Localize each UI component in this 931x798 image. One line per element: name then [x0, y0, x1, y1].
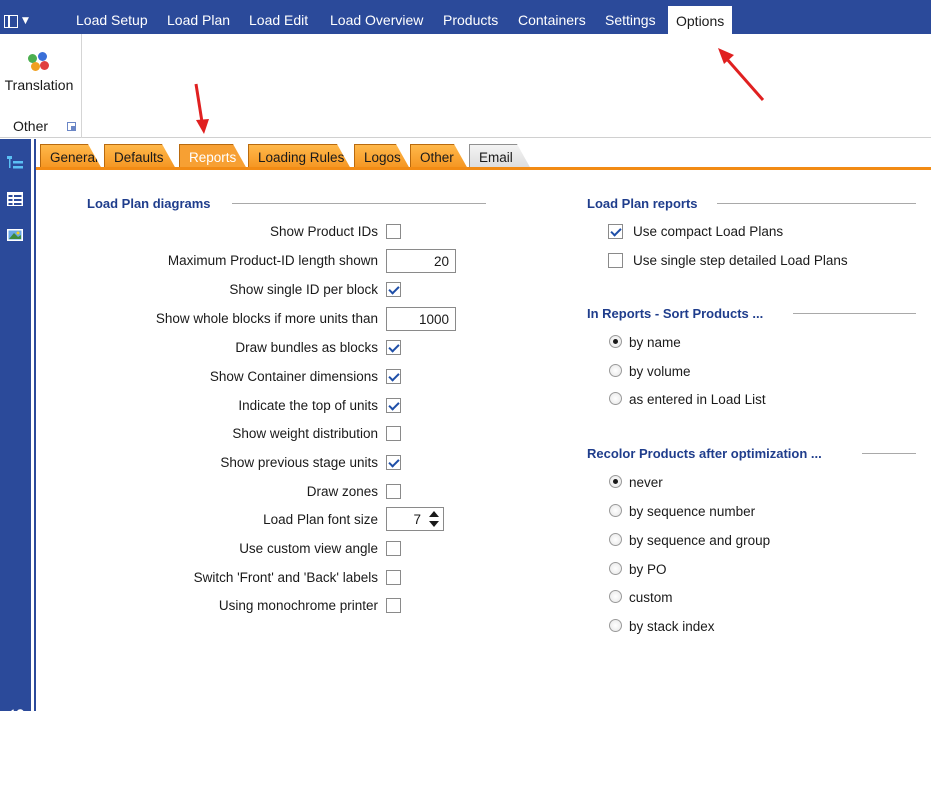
menu-options[interactable]: Options — [668, 6, 733, 34]
label-show-previous-stage-units: Show previous stage units — [220, 455, 378, 470]
table-icon[interactable] — [6, 191, 24, 207]
checkbox-show-weight-distribution[interactable] — [386, 426, 401, 441]
spinner-load-plan-font-size[interactable]: 7 — [386, 507, 444, 531]
radio-recolor-by-sequence-number[interactable] — [609, 504, 622, 517]
label-switch-front-back: Switch 'Front' and 'Back' labels — [193, 570, 378, 585]
ribbon: Translation Other — [0, 34, 931, 138]
sidebar: Options — [0, 139, 31, 798]
label-recolor-by-sequence-number: by sequence number — [629, 504, 756, 519]
tab-loading-rules[interactable]: Loading Rules — [248, 144, 351, 169]
label-use-custom-view-angle: Use custom view angle — [239, 541, 378, 556]
label-sort-by-name: by name — [629, 335, 681, 350]
tab-other[interactable]: Other — [410, 144, 468, 169]
sidebar-title: Options — [0, 708, 30, 798]
label-single-step-detailed: Use single step detailed Load Plans — [633, 253, 848, 268]
app-menu-icon — [4, 14, 18, 28]
label-show-container-dimensions: Show Container dimensions — [209, 369, 378, 384]
label-sort-by-volume: by volume — [629, 364, 691, 379]
checkbox-show-product-ids[interactable] — [386, 224, 401, 239]
label-use-compact-load-plans: Use compact Load Plans — [633, 224, 784, 239]
spin-down-icon[interactable] — [429, 521, 439, 527]
tab-logos[interactable]: Logos — [354, 144, 410, 169]
checkbox-draw-bundles-as-blocks[interactable] — [386, 340, 401, 355]
label-show-product-ids: Show Product IDs — [269, 224, 378, 239]
checkbox-switch-front-back[interactable] — [386, 570, 401, 585]
menu-load-plan[interactable]: Load Plan — [167, 12, 230, 34]
menu-load-overview[interactable]: Load Overview — [330, 12, 423, 34]
input-whole-blocks-units[interactable]: 1000 — [386, 307, 456, 331]
menu-load-setup[interactable]: Load Setup — [76, 12, 148, 34]
label-load-plan-font-size: Load Plan font size — [263, 512, 378, 527]
checkbox-show-previous-stage-units[interactable] — [386, 455, 401, 470]
checkbox-single-step-detailed[interactable] — [608, 253, 623, 268]
label-recolor-custom: custom — [629, 590, 673, 605]
spin-up-icon[interactable] — [429, 511, 439, 517]
checkbox-show-container-dimensions[interactable] — [386, 369, 401, 384]
label-show-whole-blocks: Show whole blocks if more units than — [155, 311, 378, 326]
tab-general[interactable]: General — [40, 144, 102, 169]
checkbox-monochrome-printer[interactable] — [386, 598, 401, 613]
radio-recolor-by-po[interactable] — [609, 562, 622, 575]
tab-email[interactable]: Email — [469, 144, 531, 169]
label-sort-as-entered: as entered in Load List — [629, 392, 766, 407]
ribbon-group-label: Other — [13, 118, 49, 134]
radio-recolor-by-sequence-and-group[interactable] — [609, 533, 622, 546]
reports-panel: Load Plan diagrams Show Product IDs Maxi… — [36, 170, 931, 711]
menu-load-edit[interactable]: Load Edit — [249, 12, 308, 34]
section-divider — [793, 313, 916, 314]
menu-products[interactable]: Products — [443, 12, 498, 34]
dialog-launcher-icon[interactable] — [67, 122, 76, 131]
section-title-load-plan-diagrams: Load Plan diagrams — [87, 196, 211, 211]
radio-recolor-never[interactable] — [609, 475, 622, 488]
label-max-product-id-length: Maximum Product-ID length shown — [167, 253, 378, 268]
label-recolor-by-stack-index: by stack index — [629, 619, 715, 634]
label-recolor-never: never — [629, 475, 663, 490]
translation-icon — [28, 52, 50, 72]
section-divider — [717, 203, 916, 204]
checkbox-use-compact-load-plans[interactable] — [608, 224, 623, 239]
label-show-single-id-per-block: Show single ID per block — [229, 282, 378, 297]
input-max-product-id-length[interactable]: 20 — [386, 249, 456, 273]
label-indicate-top-of-units: Indicate the top of units — [238, 398, 378, 413]
label-recolor-by-sequence-and-group: by sequence and group — [629, 533, 771, 548]
chevron-down-icon: ▼ — [22, 15, 29, 26]
radio-recolor-by-stack-index[interactable] — [609, 619, 622, 632]
label-show-weight-distribution: Show weight distribution — [232, 426, 378, 441]
section-title-sort-products: In Reports - Sort Products ... — [587, 306, 764, 321]
ribbon-group-other: Translation Other — [0, 34, 82, 138]
section-divider — [862, 453, 916, 454]
label-monochrome-printer: Using monochrome printer — [218, 598, 378, 613]
label-draw-bundles-as-blocks: Draw bundles as blocks — [235, 340, 378, 355]
radio-sort-by-name[interactable] — [609, 335, 622, 348]
menu-containers[interactable]: Containers — [518, 12, 586, 34]
checkbox-use-custom-view-angle[interactable] — [386, 541, 401, 556]
tab-reports[interactable]: Reports — [179, 144, 247, 169]
image-icon[interactable] — [6, 227, 24, 243]
checkbox-draw-zones[interactable] — [386, 484, 401, 499]
radio-recolor-custom[interactable] — [609, 590, 622, 603]
section-divider — [232, 203, 486, 204]
label-draw-zones: Draw zones — [306, 484, 378, 499]
menu-settings[interactable]: Settings — [605, 12, 656, 34]
tab-defaults[interactable]: Defaults — [104, 144, 176, 169]
tree-view-icon[interactable] — [6, 155, 24, 171]
checkbox-indicate-top-of-units[interactable] — [386, 398, 401, 413]
checkbox-show-single-id-per-block[interactable] — [386, 282, 401, 297]
section-title-load-plan-reports: Load Plan reports — [587, 196, 698, 211]
translation-button[interactable]: Translation — [2, 52, 76, 100]
radio-sort-as-entered[interactable] — [609, 392, 622, 405]
app-menu-button[interactable]: ▼ — [4, 10, 44, 32]
section-title-recolor-products: Recolor Products after optimization ... — [587, 446, 822, 461]
label-recolor-by-po: by PO — [629, 562, 667, 577]
translation-label: Translation — [4, 77, 74, 93]
spinner-value[interactable]: 7 — [387, 512, 421, 527]
radio-sort-by-volume[interactable] — [609, 364, 622, 377]
